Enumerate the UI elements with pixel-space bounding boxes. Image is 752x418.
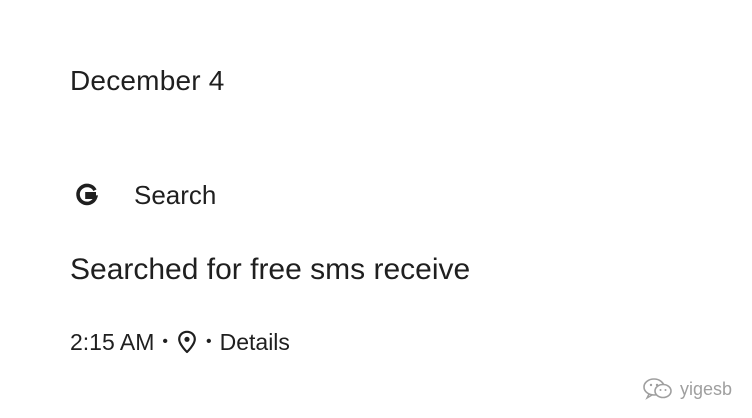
watermark-text: yigesb bbox=[679, 378, 732, 399]
watermark: yigesb bbox=[642, 376, 732, 402]
location-pin-icon[interactable] bbox=[176, 329, 198, 355]
separator-dot: • bbox=[206, 333, 212, 350]
google-g-icon bbox=[74, 182, 100, 208]
activity-title[interactable]: Searched for free sms receive bbox=[70, 251, 470, 289]
product-name: Search bbox=[134, 180, 217, 210]
separator-dot: • bbox=[162, 333, 168, 350]
wechat-icon bbox=[642, 376, 674, 402]
activity-meta: 2:15 AM • • Details bbox=[70, 326, 290, 358]
product-row: Search bbox=[74, 177, 216, 213]
details-link[interactable]: Details bbox=[220, 329, 290, 356]
date-heading: December 4 bbox=[70, 65, 225, 96]
activity-time: 2:15 AM bbox=[70, 328, 155, 355]
